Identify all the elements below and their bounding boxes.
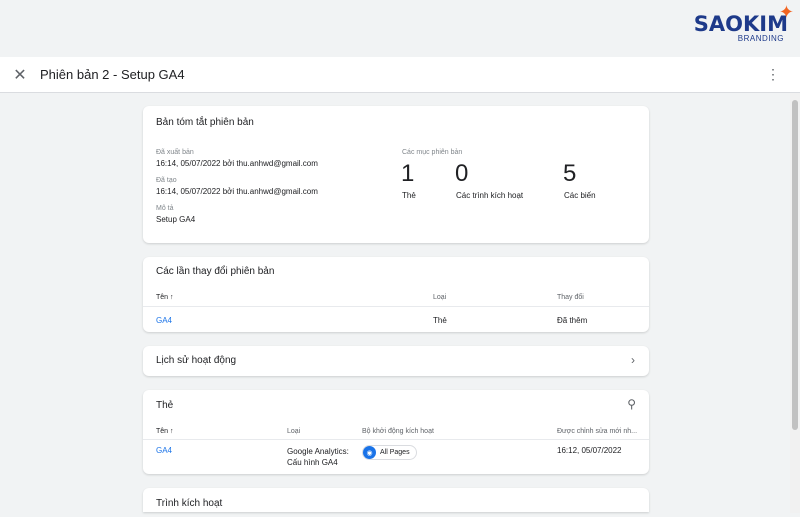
changes-card: Các lần thay đổi phiên bản Tên ↑ Loại Th… xyxy=(143,257,649,332)
content-area: Bản tóm tắt phiên bản Đã xuất bản 16:14,… xyxy=(0,93,790,513)
more-vert-icon[interactable]: ⋮ xyxy=(766,66,780,83)
variables-count: 5 xyxy=(563,160,577,187)
trigger-chip[interactable]: ◉ All Pages xyxy=(362,445,417,460)
trigger-chip-label: All Pages xyxy=(380,449,410,456)
created-label: Đã tạo xyxy=(156,177,177,184)
column-header-change: Thay đổi xyxy=(557,294,584,301)
card-title: Bản tóm tắt phiên bản xyxy=(156,117,254,128)
summary-card: Bản tóm tắt phiên bản Đã xuất bản 16:14,… xyxy=(143,106,649,243)
star-icon: ✦ xyxy=(778,2,794,22)
column-header-name[interactable]: Tên ↑ xyxy=(156,294,174,301)
summary-details: Đã xuất bản 16:14, 05/07/2022 bởi thu.an… xyxy=(156,149,318,224)
tag-row-name-link[interactable]: GA4 xyxy=(156,446,172,455)
column-header-last-edited: Được chỉnh sửa mới nh... xyxy=(557,428,638,435)
eye-icon: ◉ xyxy=(363,446,376,459)
card-title: Lịch sử hoạt động xyxy=(156,355,237,366)
saokim-logo: ✦ SAOKIM BRANDING xyxy=(693,2,794,43)
column-header-trigger: Bộ khởi động kích hoạt xyxy=(362,428,434,435)
card-title: Các lần thay đổi phiên bản xyxy=(156,266,275,277)
column-header-type: Loại xyxy=(433,294,447,301)
description-value: Setup GA4 xyxy=(156,215,196,224)
logo-text: SAOKIM xyxy=(693,12,788,36)
triggers-card: Trình kích hoạt xyxy=(143,488,649,512)
triggers-count-label: Các trình kích hoạt xyxy=(456,191,524,200)
scrollbar-thumb[interactable] xyxy=(792,100,798,430)
page-title: Phiên bản 2 - Setup GA4 xyxy=(40,67,185,82)
activity-history-card[interactable]: Lịch sử hoạt động › xyxy=(143,346,649,376)
created-value: 16:14, 05/07/2022 bởi thu.anhwd@gmail.co… xyxy=(156,187,318,196)
tags-count-label: Thẻ xyxy=(402,191,416,200)
published-label: Đã xuất bản xyxy=(156,149,194,156)
card-title: Thẻ xyxy=(156,400,174,411)
tags-card: Thẻ ⚲ Tên ↑ Loại Bộ khởi động kích hoạt … xyxy=(143,390,649,474)
description-label: Mô tả xyxy=(156,205,174,212)
tags-count: 1 xyxy=(401,160,415,187)
change-row-name-link[interactable]: GA4 xyxy=(156,316,172,325)
chevron-right-icon: › xyxy=(631,353,635,367)
change-row-type: Thẻ xyxy=(433,316,447,325)
close-icon[interactable]: ✕ xyxy=(0,65,40,85)
variables-count-label: Các biến xyxy=(564,191,596,200)
card-title: Trình kích hoạt xyxy=(156,498,223,509)
items-label: Các mục phiên bản xyxy=(402,149,463,156)
column-header-name[interactable]: Tên ↑ xyxy=(156,428,174,435)
change-row-change: Đã thêm xyxy=(557,316,588,325)
tag-type-line1: Google Analytics: xyxy=(287,447,349,456)
column-header-type: Loại xyxy=(287,428,301,435)
header-bar: ✕ Phiên bản 2 - Setup GA4 ⋮ xyxy=(0,57,800,93)
search-icon[interactable]: ⚲ xyxy=(627,397,636,411)
published-value: 16:14, 05/07/2022 bởi thu.anhwd@gmail.co… xyxy=(156,159,318,168)
tag-row-edited: 16:12, 05/07/2022 xyxy=(557,446,622,455)
tag-row-type: Google Analytics: Cấu hình GA4 xyxy=(287,446,349,468)
top-band: ✦ SAOKIM BRANDING xyxy=(0,0,800,57)
tag-type-line2: Cấu hình GA4 xyxy=(287,458,338,467)
triggers-count: 0 xyxy=(455,160,469,187)
